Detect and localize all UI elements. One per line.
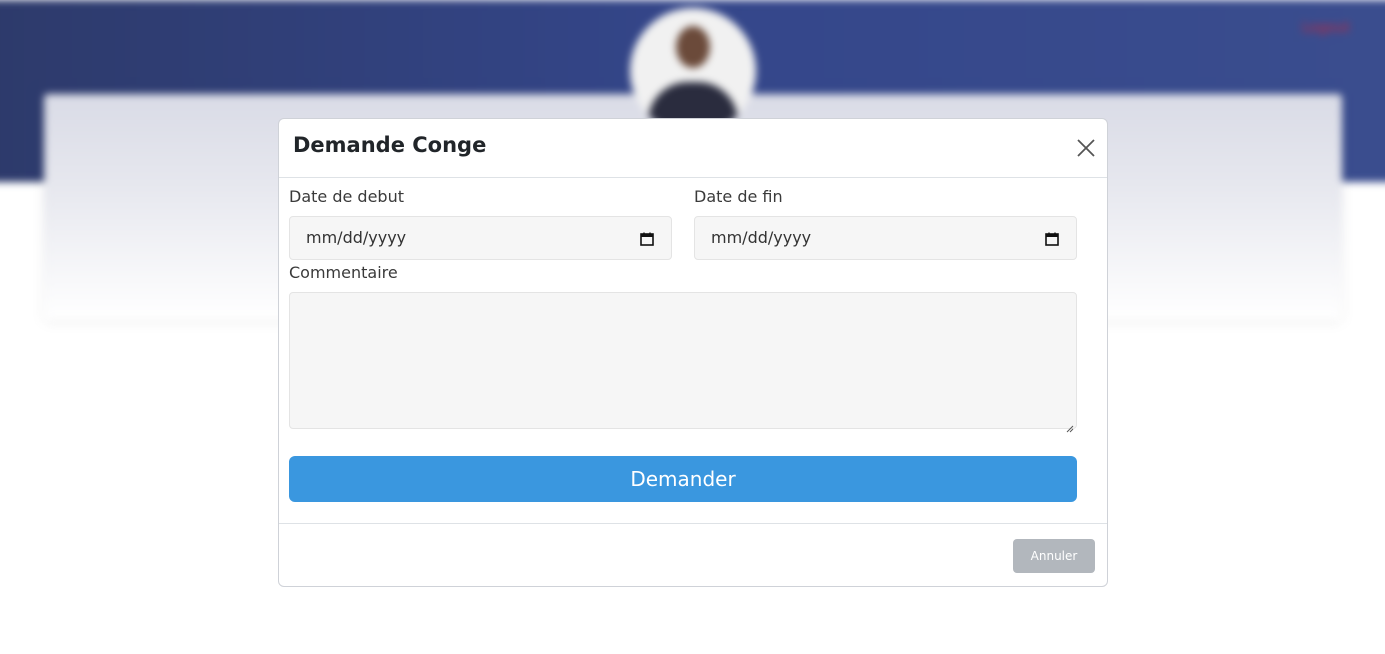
resize-grip-icon[interactable] (1066, 418, 1074, 433)
modal-title: Demande Conge (293, 133, 487, 157)
avatar (630, 8, 756, 134)
avatar-head-shape (676, 26, 710, 68)
end-date-input[interactable]: mm/dd/yyyy (694, 216, 1077, 260)
end-date-label: Date de fin (694, 187, 783, 206)
calendar-icon[interactable] (1045, 231, 1059, 246)
modal-footer: Annuler (279, 523, 1107, 587)
start-date-placeholder: mm/dd/yyyy (306, 228, 407, 247)
submit-request-button[interactable]: Demander (289, 456, 1077, 502)
end-date-placeholder: mm/dd/yyyy (711, 228, 812, 247)
cancel-button[interactable]: Annuler (1013, 539, 1095, 573)
modal-header: Demande Conge (279, 119, 1107, 178)
start-date-input[interactable]: mm/dd/yyyy (289, 216, 672, 260)
start-date-label: Date de debut (289, 187, 404, 206)
close-icon[interactable] (1075, 137, 1097, 159)
comment-label: Commentaire (289, 263, 398, 282)
logout-link[interactable]: Logout (1302, 20, 1362, 36)
calendar-icon[interactable] (640, 231, 654, 246)
leave-request-modal: Demande Conge Date de debut mm/dd/yyyy D… (278, 118, 1108, 587)
comment-textarea[interactable] (289, 292, 1077, 433)
